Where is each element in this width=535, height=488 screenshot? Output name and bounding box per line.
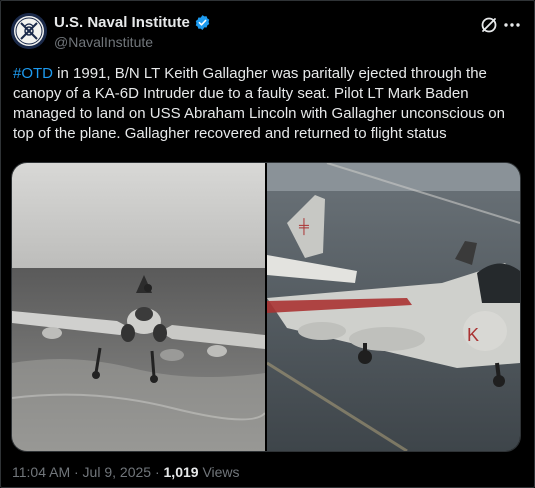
intruder-carrier-deck-photo: ╪ K	[267, 163, 520, 451]
author-handle[interactable]: @NavalInstitute	[54, 34, 153, 50]
tweet-meta: 11:04 AM · Jul 9, 2025 · 1,019 Views	[12, 464, 240, 480]
verified-badge-icon	[195, 15, 210, 30]
meta-separator: ·	[151, 464, 164, 480]
hashtag-link[interactable]: #OTD	[13, 65, 53, 82]
author-display-name[interactable]: U.S. Naval Institute	[54, 14, 190, 31]
photo-intruder-landing-over-sea[interactable]	[12, 163, 265, 451]
views-label: Views	[198, 464, 240, 480]
naval-institute-seal-icon	[11, 13, 47, 49]
tweet-body: in 1991, B/N LT Keith Gallagher was pari…	[13, 65, 505, 142]
media-grid: ╪ K	[11, 162, 521, 452]
grok-icon	[481, 17, 497, 33]
more-options-icon	[504, 23, 520, 27]
author-name-row: U.S. Naval Institute	[54, 14, 211, 31]
more-options-button[interactable]	[502, 15, 522, 35]
avatar[interactable]	[11, 13, 47, 49]
timestamp-link[interactable]: 11:04 AM · Jul 9, 2025	[12, 464, 151, 480]
tail-marking: ╪	[298, 218, 309, 236]
tweet-text: #OTD in 1991, B/N LT Keith Gallagher was…	[13, 64, 513, 144]
intruder-landing-photo	[12, 163, 265, 451]
views-count: 1,019	[163, 464, 199, 480]
nose-marking: K	[467, 325, 479, 345]
grok-button[interactable]	[479, 15, 499, 35]
photo-intruder-on-carrier-deck[interactable]: ╪ K	[267, 163, 520, 451]
tweet-card: U.S. Naval Institute @NavalInstitute #OT…	[0, 0, 535, 488]
